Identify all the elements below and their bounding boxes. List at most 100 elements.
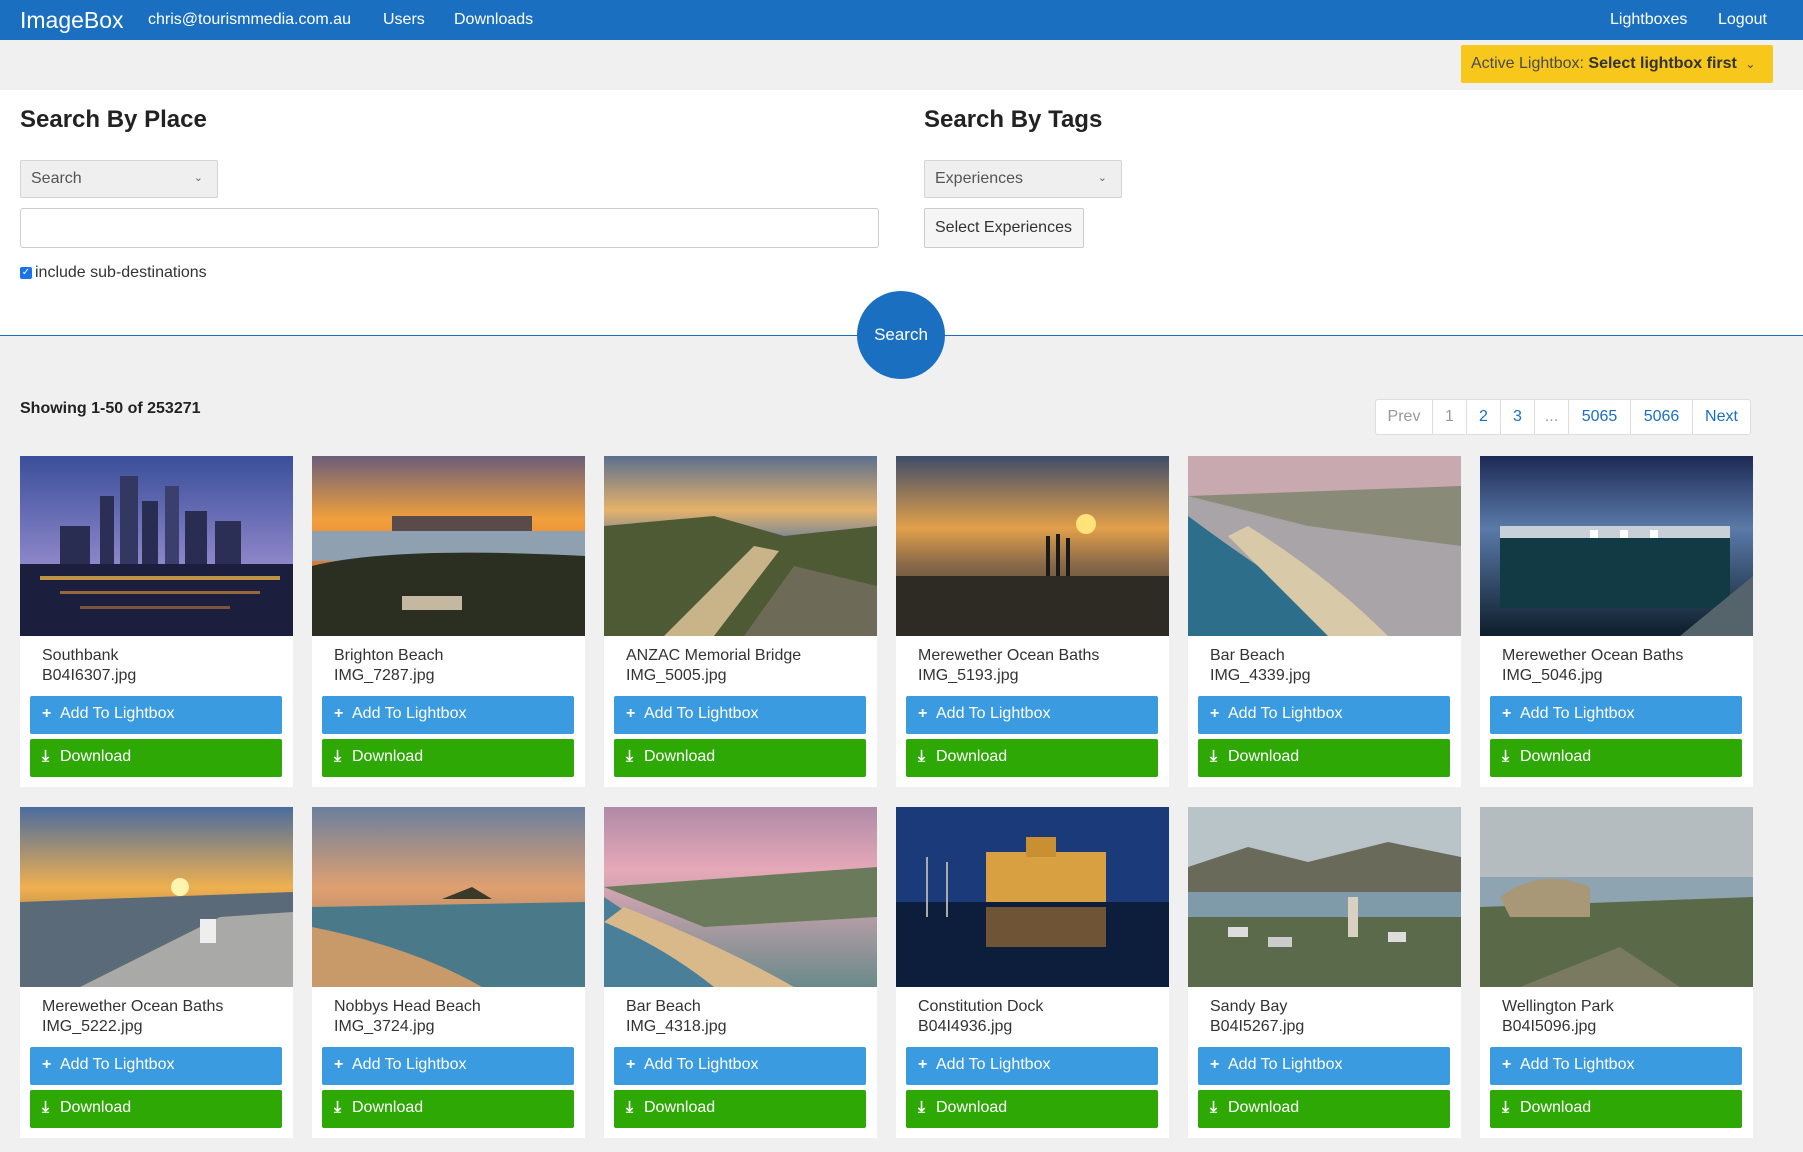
download-button[interactable]: ⤓ Download xyxy=(30,1090,282,1128)
image-card: Merewether Ocean Baths IMG_5046.jpg + Add… xyxy=(1480,456,1753,787)
pagination-prev[interactable]: Prev xyxy=(1376,400,1432,434)
download-button[interactable]: ⤓ Download xyxy=(906,1090,1158,1128)
image-title: Merewether Ocean Baths xyxy=(918,647,1100,664)
pagination-page-3[interactable]: 3 xyxy=(1500,400,1534,434)
active-lightbox-dropdown[interactable]: Active Lightbox: Select lightbox first ⌄ xyxy=(1461,45,1773,83)
download-button[interactable]: ⤓ Download xyxy=(1490,1090,1742,1128)
image-thumbnail[interactable] xyxy=(20,807,293,987)
download-button[interactable]: ⤓ Download xyxy=(30,739,282,777)
download-icon: ⤓ xyxy=(334,1099,342,1116)
add-to-lightbox-button[interactable]: + Add To Lightbox xyxy=(1490,696,1742,734)
download-icon: ⤓ xyxy=(626,1099,634,1116)
select-experiences-button[interactable]: Select Experiences xyxy=(924,208,1084,248)
image-title: Brighton Beach xyxy=(334,647,444,664)
add-to-lightbox-button[interactable]: + Add To Lightbox xyxy=(1198,696,1450,734)
pagination-page-5066[interactable]: 5066 xyxy=(1630,400,1692,434)
image-thumbnail[interactable] xyxy=(312,456,585,636)
add-to-lightbox-button[interactable]: + Add To Lightbox xyxy=(906,696,1158,734)
pagination-next[interactable]: Next xyxy=(1692,400,1750,434)
image-title: Merewether Ocean Baths xyxy=(1502,647,1684,664)
image-filename: IMG_7287.jpg xyxy=(334,667,435,684)
download-icon: ⤓ xyxy=(334,748,342,765)
experiences-select[interactable]: Experiences ⌄ xyxy=(924,160,1122,198)
image-card: Wellington Park B04I5096.jpg + Add To Lig… xyxy=(1480,807,1753,1138)
image-thumbnail[interactable] xyxy=(604,456,877,636)
search-by-place-heading: Search By Place xyxy=(20,106,207,133)
plus-icon: + xyxy=(918,1056,928,1073)
add-to-lightbox-button[interactable]: + Add To Lightbox xyxy=(1198,1047,1450,1085)
image-filename: B04I4936.jpg xyxy=(918,1018,1013,1035)
add-to-lightbox-button[interactable]: + Add To Lightbox xyxy=(614,1047,866,1085)
brand-logo[interactable]: ImageBox xyxy=(20,7,124,34)
image-thumbnail[interactable] xyxy=(312,807,585,987)
download-button[interactable]: ⤓ Download xyxy=(906,739,1158,777)
add-to-lightbox-button[interactable]: + Add To Lightbox xyxy=(322,696,574,734)
download-button[interactable]: ⤓ Download xyxy=(614,1090,866,1128)
include-subdestinations-checkbox[interactable]: ✓ include sub-destinations xyxy=(20,264,207,282)
add-to-lightbox-button[interactable]: + Add To Lightbox xyxy=(322,1047,574,1085)
place-search-select-value: Search xyxy=(31,170,82,187)
image-card: Merewether Ocean Baths IMG_5222.jpg + Add… xyxy=(20,807,293,1138)
place-search-select[interactable]: Search ⌄ xyxy=(20,160,218,198)
search-by-tags-heading: Search By Tags xyxy=(924,106,1103,133)
include-subdestinations-label: include sub-destinations xyxy=(35,264,207,281)
image-thumbnail[interactable] xyxy=(896,456,1169,636)
download-button[interactable]: ⤓ Download xyxy=(1198,739,1450,777)
image-thumbnail[interactable] xyxy=(604,807,877,987)
plus-icon: + xyxy=(1210,1056,1220,1073)
image-filename: B04I6307.jpg xyxy=(42,667,137,684)
add-to-lightbox-button[interactable]: + Add To Lightbox xyxy=(30,1047,282,1085)
image-title: Nobbys Head Beach xyxy=(334,998,481,1015)
pagination-ellipsis: ... xyxy=(1534,400,1568,434)
nav-users-link[interactable]: Users xyxy=(383,11,425,29)
image-thumbnail[interactable] xyxy=(1480,807,1753,987)
pagination-page-2[interactable]: 2 xyxy=(1466,400,1500,434)
download-button[interactable]: ⤓ Download xyxy=(322,1090,574,1128)
results-summary: Showing 1-50 of 253271 xyxy=(20,400,201,417)
image-card: Brighton Beach IMG_7287.jpg + Add To Ligh… xyxy=(312,456,585,787)
image-title: Southbank xyxy=(42,647,119,664)
image-title: Sandy Bay xyxy=(1210,998,1288,1015)
add-to-lightbox-button[interactable]: + Add To Lightbox xyxy=(1490,1047,1742,1085)
image-thumbnail[interactable] xyxy=(20,456,293,636)
image-thumbnail[interactable] xyxy=(1480,456,1753,636)
image-filename: B04I5267.jpg xyxy=(1210,1018,1305,1035)
experiences-select-value: Experiences xyxy=(935,170,1024,187)
download-icon: ⤓ xyxy=(42,748,50,765)
place-search-input[interactable] xyxy=(20,208,879,248)
download-icon: ⤓ xyxy=(42,1099,50,1116)
image-filename: IMG_4339.jpg xyxy=(1210,667,1311,684)
image-card: Southbank B04I6307.jpg + Add To Lightbox … xyxy=(20,456,293,787)
image-thumbnail[interactable] xyxy=(1188,807,1461,987)
download-button[interactable]: ⤓ Download xyxy=(1490,739,1742,777)
plus-icon: + xyxy=(626,705,636,722)
download-button[interactable]: ⤓ Download xyxy=(1198,1090,1450,1128)
pagination-page-1[interactable]: 1 xyxy=(1432,400,1466,434)
image-title: Constitution Dock xyxy=(918,998,1044,1015)
plus-icon: + xyxy=(918,705,928,722)
plus-icon: + xyxy=(334,705,344,722)
image-filename: IMG_5193.jpg xyxy=(918,667,1019,684)
nav-lightboxes-link[interactable]: Lightboxes xyxy=(1610,11,1687,29)
download-button[interactable]: ⤓ Download xyxy=(322,739,574,777)
pagination: Prev 1 2 3 ... 5065 5066 Next xyxy=(1375,399,1751,435)
download-button[interactable]: ⤓ Download xyxy=(614,739,866,777)
image-card: ANZAC Memorial Bridge IMG_5005.jpg + Add … xyxy=(604,456,877,787)
image-thumbnail[interactable] xyxy=(896,807,1169,987)
nav-logout-link[interactable]: Logout xyxy=(1718,11,1767,29)
image-title: ANZAC Memorial Bridge xyxy=(626,647,802,664)
nav-account-email[interactable]: chris@tourismmedia.com.au xyxy=(148,11,351,29)
add-to-lightbox-button[interactable]: + Add To Lightbox xyxy=(614,696,866,734)
nav-downloads-link[interactable]: Downloads xyxy=(454,11,533,29)
download-icon: ⤓ xyxy=(1502,1099,1510,1116)
image-title: Wellington Park xyxy=(1502,998,1614,1015)
image-filename: IMG_4318.jpg xyxy=(626,1018,727,1035)
checkbox-checked-icon[interactable]: ✓ xyxy=(20,266,32,279)
image-thumbnail[interactable] xyxy=(1188,456,1461,636)
download-icon: ⤓ xyxy=(626,748,634,765)
pagination-page-5065[interactable]: 5065 xyxy=(1568,400,1630,434)
add-to-lightbox-button[interactable]: + Add To Lightbox xyxy=(30,696,282,734)
add-to-lightbox-button[interactable]: + Add To Lightbox xyxy=(906,1047,1158,1085)
image-card: Sandy Bay B04I5267.jpg + Add To Lightbox … xyxy=(1188,807,1461,1138)
search-button[interactable]: Search xyxy=(857,291,945,379)
